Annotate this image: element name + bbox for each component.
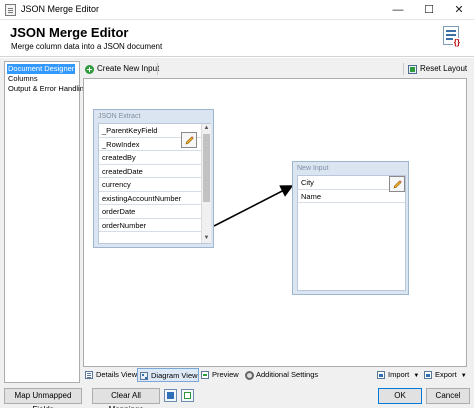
export-dropdown[interactable]: Export ▼ xyxy=(422,368,467,382)
list-item[interactable]: createdBy xyxy=(99,151,210,165)
new-input-edit-button[interactable] xyxy=(389,176,405,192)
sidebar-item-columns[interactable]: Columns xyxy=(7,74,39,84)
details-view-tab[interactable]: Details View xyxy=(83,368,137,382)
chevron-down-icon: ▼ xyxy=(460,373,467,379)
export-icon xyxy=(424,371,432,379)
list-item[interactable]: existingAccountNumber xyxy=(99,192,210,205)
reset-layout-icon xyxy=(408,65,417,74)
sidebar-item-output-error-handling[interactable]: Output & Error Handling xyxy=(7,84,89,94)
minimize-button[interactable]: — xyxy=(383,0,413,20)
editor-body: Document Designer Columns Output & Error… xyxy=(0,58,474,386)
clear-all-mappings-button[interactable]: Clear All Mappings xyxy=(92,388,160,408)
scroll-up-icon[interactable]: ▲ xyxy=(202,124,211,133)
json-document-icon: {} xyxy=(443,26,461,47)
add-icon xyxy=(85,65,94,74)
window-titlebar: JSON Merge Editor — ☐ ✕ xyxy=(0,0,474,20)
json-extract-node-title: JSON Extract xyxy=(98,113,141,120)
new-input-node-title: New Input xyxy=(297,165,329,172)
app-icon xyxy=(5,4,16,16)
ok-button[interactable]: OK xyxy=(378,388,422,404)
map-unmapped-fields-button[interactable]: Map Unmapped Fields xyxy=(4,388,82,408)
toolbar-separator xyxy=(403,63,404,75)
import-dropdown[interactable]: Import ▼ xyxy=(375,368,419,382)
new-input-node[interactable]: New Input City Name xyxy=(292,161,409,295)
view-toolbar: Details View Diagram View Preview Additi… xyxy=(83,368,467,383)
auto-layout-icon xyxy=(167,392,174,399)
additional-settings-tab[interactable]: Additional Settings xyxy=(243,368,318,382)
page-title: JSON Merge Editor xyxy=(10,25,129,40)
preview-icon xyxy=(201,371,209,379)
diagram-view-tab[interactable]: Diagram View xyxy=(137,368,199,382)
dialog-footer: Map Unmapped Fields Clear All Mappings O… xyxy=(0,386,474,408)
cancel-button[interactable]: Cancel xyxy=(426,388,470,404)
sidebar-item-document-designer[interactable]: Document Designer xyxy=(7,64,76,74)
list-item[interactable]: orderDate xyxy=(99,205,210,219)
new-input-field-list: City Name xyxy=(297,175,406,291)
diagram-view-icon xyxy=(140,372,148,380)
json-extract-scrollbar[interactable]: ▲ ▼ xyxy=(201,124,211,243)
diagram-toolbar: Create New Input Reset Layout xyxy=(83,61,467,77)
validate-button[interactable] xyxy=(181,389,194,402)
preview-tab[interactable]: Preview xyxy=(199,368,239,382)
json-brace-icon: {} xyxy=(452,38,461,47)
chevron-down-icon: ▼ xyxy=(413,373,420,379)
json-extract-node[interactable]: JSON Extract _ParentKeyField _RowIndex c… xyxy=(93,109,214,248)
details-view-icon xyxy=(85,371,93,379)
list-item[interactable]: orderNumber xyxy=(99,219,210,232)
scrollbar-thumb[interactable] xyxy=(203,134,210,202)
window-title: JSON Merge Editor xyxy=(21,4,100,14)
editor-header: JSON Merge Editor Merge column data into… xyxy=(0,20,474,57)
pencil-icon xyxy=(393,180,402,189)
page-subtitle: Merge column data into a JSON document xyxy=(11,42,163,51)
auto-layout-button[interactable] xyxy=(164,389,177,402)
list-item[interactable]: createdDate xyxy=(99,165,210,178)
diagram-canvas[interactable]: JSON Extract _ParentKeyField _RowIndex c… xyxy=(83,78,467,367)
gear-icon xyxy=(245,371,254,380)
create-new-input-button[interactable]: Create New Input xyxy=(83,61,159,77)
close-button[interactable]: ✕ xyxy=(444,0,474,20)
sidebar-nav: Document Designer Columns Output & Error… xyxy=(4,61,88,383)
toolbar-separator xyxy=(157,63,158,75)
json-extract-edit-button[interactable] xyxy=(181,132,197,148)
reset-layout-button[interactable]: Reset Layout xyxy=(406,61,467,77)
maximize-button[interactable]: ☐ xyxy=(414,0,444,20)
validate-icon xyxy=(184,392,191,399)
import-icon xyxy=(377,371,385,379)
list-item[interactable]: currency xyxy=(99,178,210,192)
pencil-icon xyxy=(185,136,194,145)
scroll-down-icon[interactable]: ▼ xyxy=(202,234,211,243)
